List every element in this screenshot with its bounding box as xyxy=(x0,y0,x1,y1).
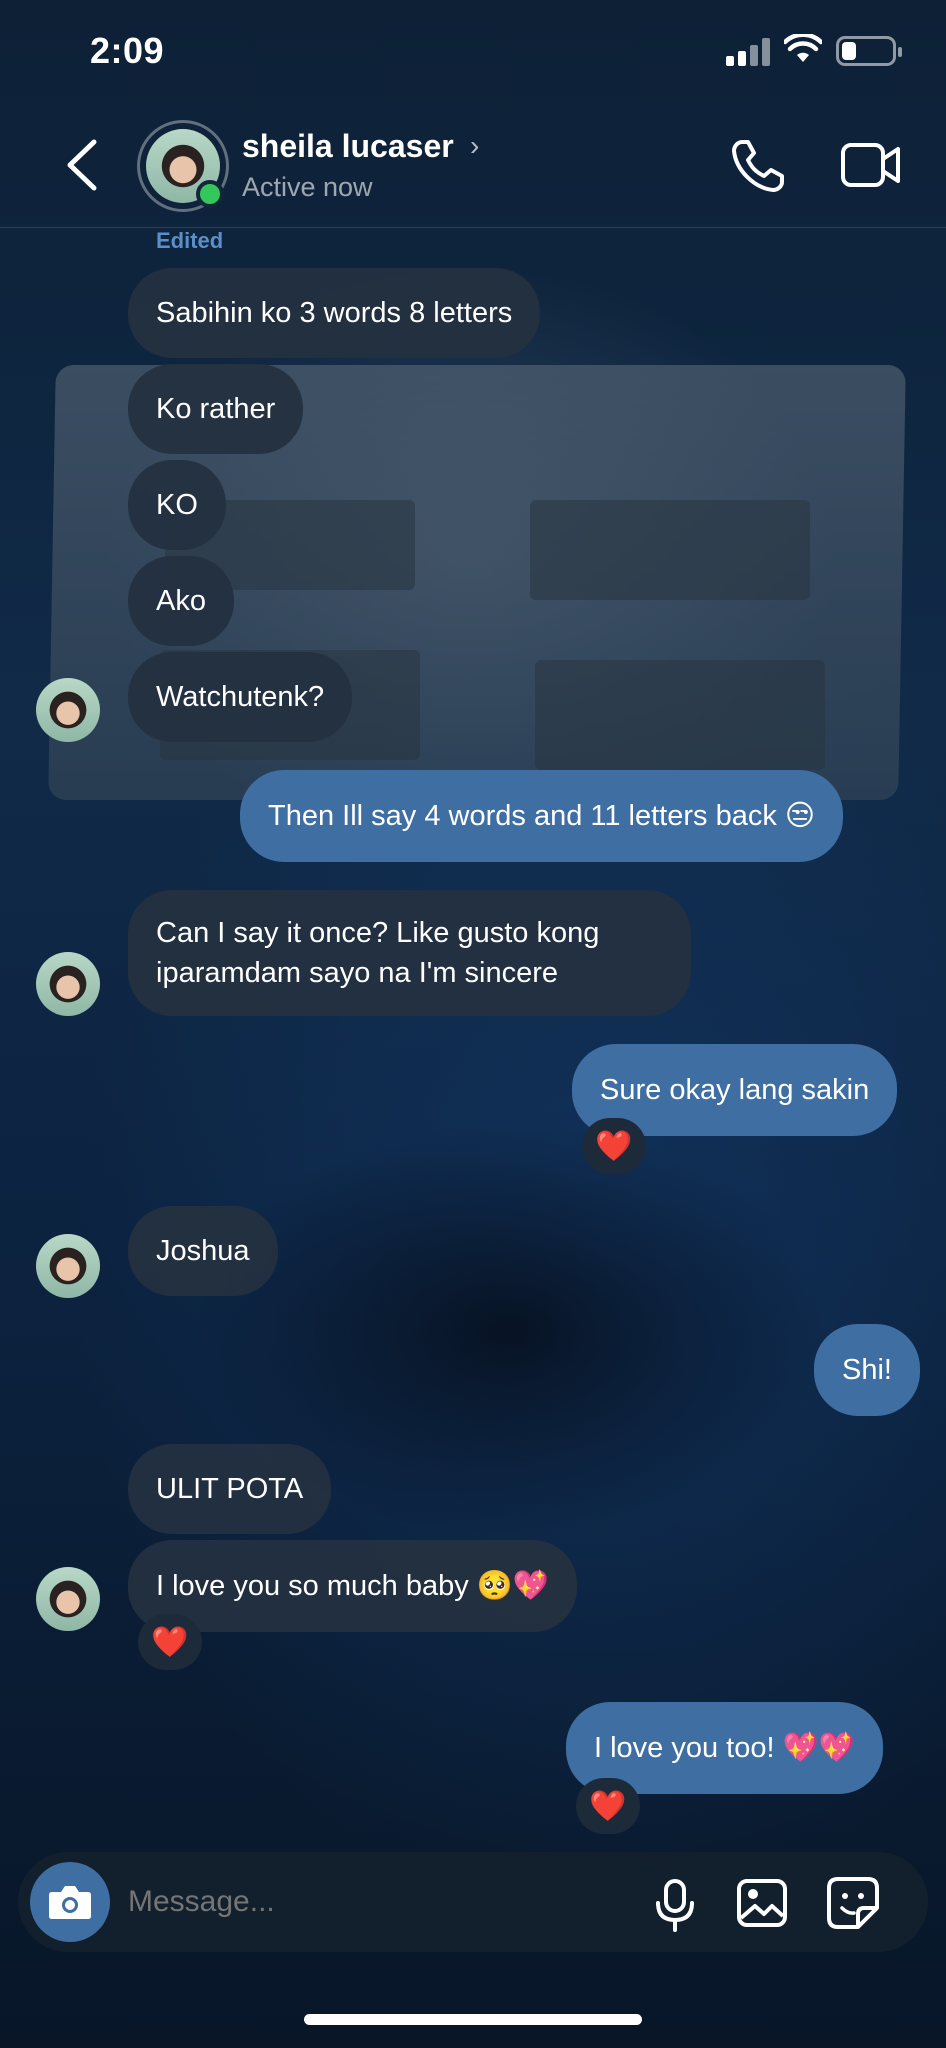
background-door-panel xyxy=(535,660,825,770)
sticker-icon[interactable] xyxy=(826,1876,880,1930)
message-input[interactable] xyxy=(128,1880,508,1924)
status-time: 2:09 xyxy=(90,30,165,71)
incoming-message[interactable]: Sabihin ko 3 words 8 letters xyxy=(128,268,541,358)
contact-status: Active now xyxy=(242,172,373,202)
incoming-message[interactable]: Ko rather xyxy=(128,364,304,454)
battery-icon xyxy=(836,36,902,66)
phone-icon[interactable] xyxy=(728,136,788,196)
chevron-right-icon[interactable]: › xyxy=(470,130,479,162)
online-indicator xyxy=(196,180,224,208)
video-camera-icon[interactable] xyxy=(840,140,902,190)
contact-name[interactable]: sheila lucaser xyxy=(242,128,454,165)
image-icon[interactable] xyxy=(736,1878,788,1928)
status-bar: 2:09 xyxy=(0,0,946,100)
heart-icon: ❤️ xyxy=(151,1625,189,1659)
chat-screen: 2:09 sheila lucaser › Active now Edited … xyxy=(0,0,946,2048)
message-composer xyxy=(18,1852,928,1952)
sender-avatar[interactable] xyxy=(36,952,100,1016)
camera-icon xyxy=(49,1886,91,1919)
message-reaction[interactable]: ❤️ xyxy=(582,1118,646,1174)
outgoing-message[interactable]: Shi! xyxy=(814,1324,920,1416)
incoming-message[interactable]: KO xyxy=(128,460,226,550)
sender-avatar[interactable] xyxy=(36,1567,100,1631)
microphone-icon[interactable] xyxy=(652,1878,698,1932)
camera-button[interactable] xyxy=(30,1862,110,1942)
sender-avatar[interactable] xyxy=(36,678,100,742)
incoming-message[interactable]: Joshua xyxy=(128,1206,278,1296)
home-indicator[interactable] xyxy=(304,2014,642,2025)
back-icon[interactable] xyxy=(60,138,104,192)
incoming-message[interactable]: Can I say it once? Like gusto kong ipara… xyxy=(128,890,691,1016)
message-reaction[interactable]: ❤️ xyxy=(138,1614,202,1670)
heart-icon: ❤️ xyxy=(589,1789,627,1823)
signal-icon xyxy=(726,38,770,66)
outgoing-message[interactable]: Then Ill say 4 words and 11 letters back… xyxy=(240,770,844,862)
heart-icon: ❤️ xyxy=(595,1129,633,1163)
wifi-icon xyxy=(784,34,822,62)
chat-header: sheila lucaser › Active now xyxy=(0,100,946,228)
sender-avatar[interactable] xyxy=(36,1234,100,1298)
incoming-message[interactable]: Ako xyxy=(128,556,234,646)
background-door-panel xyxy=(530,500,810,600)
edited-label: Edited xyxy=(156,228,224,253)
message-reaction[interactable]: ❤️ xyxy=(576,1778,640,1834)
incoming-message[interactable]: I love you so much baby 🥺💖 xyxy=(128,1540,578,1632)
incoming-message[interactable]: ULIT POTA xyxy=(128,1444,332,1534)
incoming-message[interactable]: Watchutenk? xyxy=(128,652,353,742)
